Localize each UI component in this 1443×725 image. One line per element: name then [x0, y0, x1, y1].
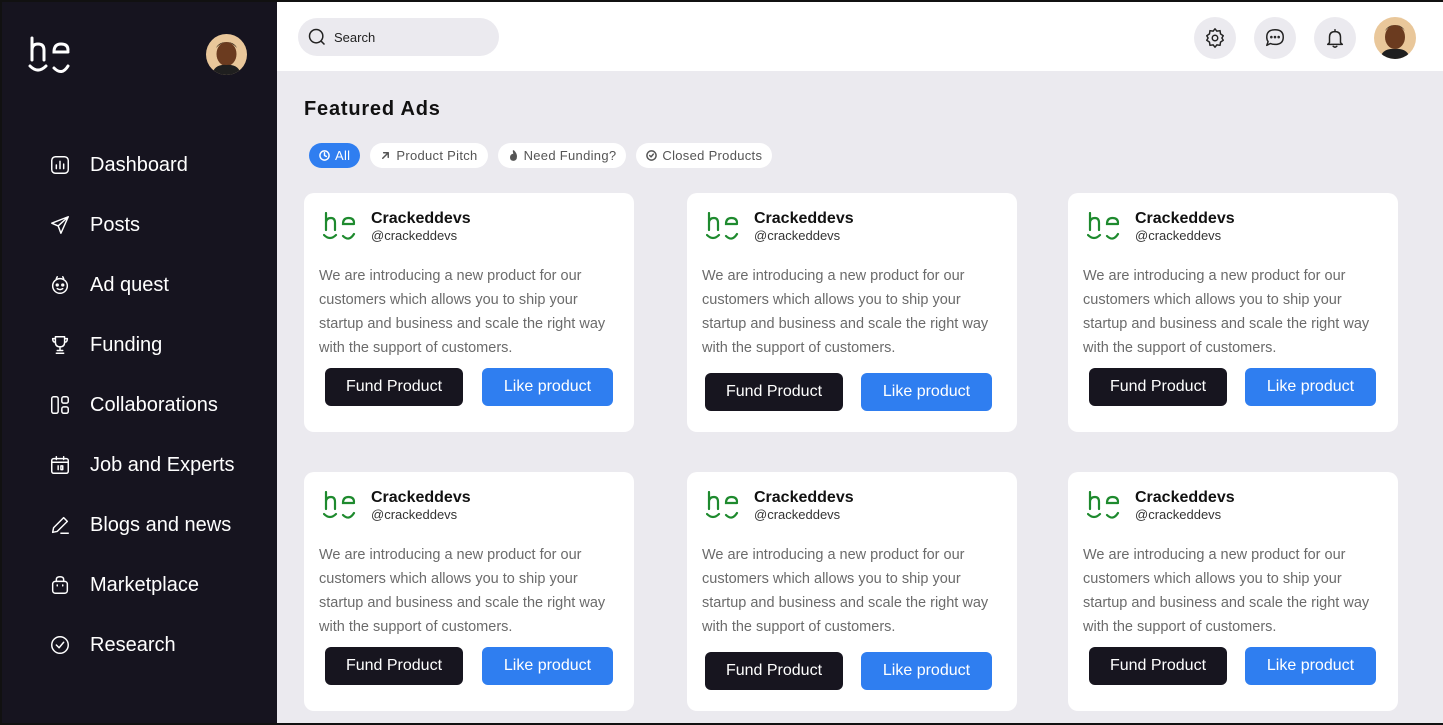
company-name: Crackeddevs	[754, 210, 854, 227]
sidebar-item-label: Research	[90, 633, 176, 656]
fund-product-button[interactable]: Fund Product	[325, 647, 463, 685]
company-name: Crackeddevs	[1135, 210, 1235, 227]
check-circle-icon	[646, 150, 658, 161]
filter-closed-products[interactable]: Closed Products	[636, 143, 773, 168]
filter-need-funding[interactable]: Need Funding?	[497, 143, 627, 168]
ad-description: We are introducing a new product for our…	[319, 547, 606, 635]
search-input[interactable]	[334, 29, 484, 45]
top-bar	[277, 0, 1443, 71]
fund-product-button[interactable]: Fund Product	[705, 652, 843, 690]
settings-button[interactable]	[1194, 17, 1236, 59]
ad-card: Crackeddevs @crackeddevs We are introduc…	[304, 193, 634, 432]
company-handle: @crackeddevs	[371, 228, 458, 243]
dashboard-icon	[48, 153, 72, 177]
like-product-button[interactable]: Like product	[1245, 368, 1376, 406]
sidebar-item-label: Collaborations	[90, 393, 218, 416]
bell-icon	[1326, 29, 1344, 48]
sidebar-item-label: Funding	[90, 333, 163, 356]
sidebar-item-research[interactable]: Research	[48, 625, 235, 665]
sidebar-item-label: Ad quest	[90, 273, 169, 296]
be-logo-icon	[323, 491, 356, 519]
calendar-icon	[48, 453, 72, 477]
be-logo-icon	[706, 491, 739, 519]
ad-description: We are introducing a new product for our…	[702, 547, 989, 635]
company-handle: @crackeddevs	[754, 228, 841, 243]
sidebar-item-marketplace[interactable]: Marketplace	[48, 565, 235, 605]
ad-card: Crackeddevs @crackeddevs We are introduc…	[1068, 193, 1398, 432]
like-product-button[interactable]: Like product	[482, 368, 613, 406]
search-bar[interactable]	[298, 18, 499, 56]
like-product-button[interactable]: Like product	[861, 652, 992, 690]
company-handle: @crackeddevs	[371, 507, 458, 522]
ad-description: We are introducing a new product for our…	[319, 268, 606, 356]
ad-card: Crackeddevs @crackeddevs We are introduc…	[687, 472, 1017, 711]
filter-label: Need Funding?	[523, 148, 617, 163]
company-name: Crackeddevs	[371, 210, 471, 227]
ad-description: We are introducing a new product for our…	[702, 268, 989, 356]
chat-icon	[1266, 29, 1284, 47]
filter-bar: All Product Pitch Need Funding? Closed P…	[309, 143, 782, 168]
sidebar-item-label: Job and Experts	[90, 453, 235, 476]
sidebar-nav: Dashboard Posts Ad quest Funding Collabo…	[48, 145, 235, 685]
like-product-button[interactable]: Like product	[861, 373, 992, 411]
sidebar-item-label: Dashboard	[90, 153, 188, 176]
sidebar: Dashboard Posts Ad quest Funding Collabo…	[0, 0, 277, 725]
sidebar-item-collaborations[interactable]: Collaborations	[48, 385, 235, 425]
ad-description: We are introducing a new product for our…	[1083, 268, 1370, 356]
filter-product-pitch[interactable]: Product Pitch	[370, 143, 488, 168]
page-title: Featured Ads	[304, 98, 441, 120]
ad-card: Crackeddevs @crackeddevs We are introduc…	[1068, 472, 1398, 711]
company-handle: @crackeddevs	[1135, 507, 1222, 522]
be-logo-icon	[706, 212, 739, 240]
trophy-icon	[48, 333, 72, 357]
avatar[interactable]	[206, 34, 247, 75]
sidebar-item-dashboard[interactable]: Dashboard	[48, 145, 235, 185]
layout-icon	[48, 393, 72, 417]
ad-card: Crackeddevs @crackeddevs We are introduc…	[687, 193, 1017, 432]
sidebar-item-ad-quest[interactable]: Ad quest	[48, 265, 235, 305]
company-name: Crackeddevs	[371, 489, 471, 506]
bag-icon	[48, 573, 72, 597]
sidebar-item-label: Marketplace	[90, 573, 199, 596]
pen-icon	[48, 513, 72, 537]
settings-icon	[1206, 28, 1224, 48]
like-product-button[interactable]: Like product	[1245, 647, 1376, 685]
be-logo-icon	[1087, 491, 1120, 519]
messages-button[interactable]	[1254, 17, 1296, 59]
company-handle: @crackeddevs	[754, 507, 841, 522]
check-circle-icon	[48, 633, 72, 657]
send-icon	[48, 213, 72, 237]
be-logo-icon	[323, 212, 356, 240]
like-product-button[interactable]: Like product	[482, 647, 613, 685]
sidebar-item-funding[interactable]: Funding	[48, 325, 235, 365]
fund-product-button[interactable]: Fund Product	[705, 373, 843, 411]
notifications-button[interactable]	[1314, 17, 1356, 59]
fund-product-button[interactable]: Fund Product	[1089, 647, 1227, 685]
arrow-up-right-icon	[382, 152, 390, 159]
smiley-icon	[48, 273, 72, 297]
sidebar-item-label: Blogs and news	[90, 513, 232, 536]
filter-label: All	[335, 148, 351, 163]
sidebar-item-job-and-experts[interactable]: Job and Experts	[48, 445, 235, 485]
be-logo-icon	[1087, 212, 1120, 240]
sidebar-item-posts[interactable]: Posts	[48, 205, 235, 245]
sidebar-item-blogs-and-news[interactable]: Blogs and news	[48, 505, 235, 545]
user-avatar[interactable]	[1374, 17, 1416, 59]
fund-product-button[interactable]: Fund Product	[1089, 368, 1227, 406]
ad-description: We are introducing a new product for our…	[1083, 547, 1370, 635]
flame-icon	[509, 150, 517, 161]
company-name: Crackeddevs	[754, 489, 854, 506]
sidebar-item-label: Posts	[90, 213, 141, 236]
company-name: Crackeddevs	[1135, 489, 1235, 506]
company-handle: @crackeddevs	[1135, 228, 1222, 243]
search-icon	[308, 28, 326, 46]
be-logo-icon[interactable]	[28, 36, 72, 76]
filter-label: Closed Products	[662, 148, 763, 163]
ad-card: Crackeddevs @crackeddevs We are introduc…	[304, 472, 634, 711]
fund-product-button[interactable]: Fund Product	[325, 368, 463, 406]
clock-icon	[319, 150, 330, 161]
filter-label: Product Pitch	[396, 148, 478, 163]
filter-all[interactable]: All	[309, 143, 361, 168]
